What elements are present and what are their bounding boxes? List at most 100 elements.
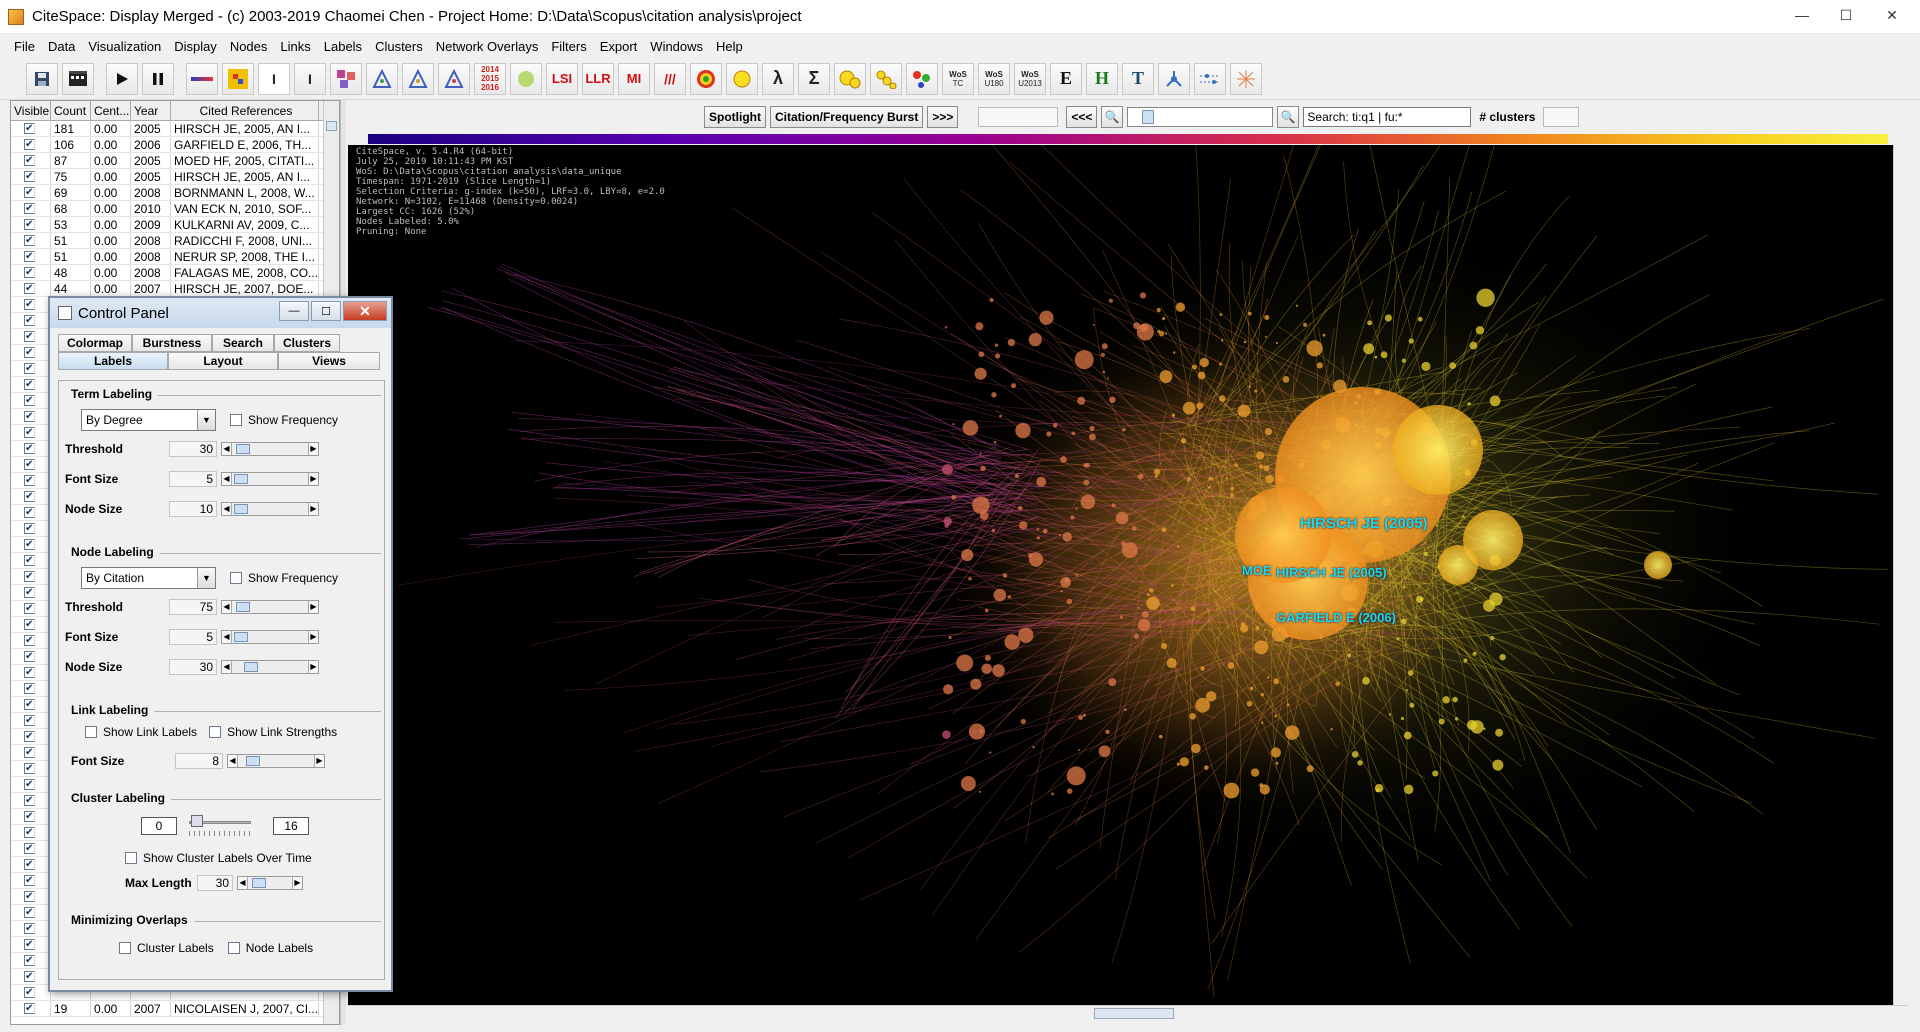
visible-checkbox[interactable] <box>24 267 35 278</box>
network-node[interactable] <box>1400 716 1405 721</box>
visible-checkbox[interactable] <box>24 475 35 486</box>
network-node[interactable] <box>1007 338 1016 347</box>
visible-checkbox[interactable] <box>24 379 35 390</box>
network-node[interactable] <box>989 298 994 303</box>
network-node[interactable] <box>1100 352 1106 357</box>
network-node[interactable] <box>1036 476 1047 487</box>
network-node[interactable] <box>1274 714 1278 718</box>
visible-checkbox[interactable] <box>24 459 35 470</box>
max-length-slider[interactable]: ◀ ▶ <box>237 876 303 890</box>
network-node[interactable] <box>1119 615 1124 619</box>
timeline-icon[interactable] <box>186 62 218 95</box>
network-node[interactable] <box>1475 326 1485 335</box>
table-row[interactable]: 870.002005MOED HF, 2005, CITATI... <box>11 153 339 169</box>
network-node[interactable] <box>948 635 952 640</box>
network-node[interactable] <box>1246 700 1253 707</box>
network-node[interactable] <box>1396 637 1400 641</box>
network-node[interactable] <box>1322 333 1326 337</box>
visible-checkbox[interactable] <box>24 619 35 630</box>
network-node[interactable] <box>1483 599 1495 612</box>
network-node[interactable] <box>956 654 974 672</box>
network-node[interactable] <box>1176 762 1180 766</box>
visible-checkbox[interactable] <box>24 811 35 822</box>
network-node[interactable] <box>1121 542 1138 559</box>
network-node[interactable] <box>1282 375 1290 383</box>
network-node[interactable] <box>1077 396 1086 405</box>
network-node[interactable] <box>1223 782 1240 799</box>
network-node[interactable] <box>1109 396 1116 403</box>
network-node[interactable] <box>942 730 951 739</box>
visible-checkbox[interactable] <box>24 651 35 662</box>
network-node[interactable] <box>1363 343 1375 355</box>
table-row[interactable]: 510.002008RADICCHI F, 2008, UNI... <box>11 233 339 249</box>
search-input[interactable]: Search: ti:q1 | fu:* <box>1303 107 1472 127</box>
visible-checkbox[interactable] <box>24 603 35 614</box>
network-node[interactable] <box>1089 433 1096 441</box>
network-node[interactable] <box>1316 362 1323 369</box>
network-node[interactable] <box>1018 627 1034 643</box>
network-node[interactable] <box>1467 402 1471 406</box>
visible-checkbox[interactable] <box>24 987 35 998</box>
network-node[interactable] <box>981 663 993 675</box>
network-node[interactable] <box>1469 341 1478 350</box>
network-node[interactable] <box>1051 792 1054 796</box>
term-show-frequency-checkbox[interactable] <box>230 414 242 426</box>
network-node[interactable] <box>1400 618 1407 625</box>
network-node[interactable] <box>1384 314 1392 322</box>
menu-windows[interactable]: Windows <box>646 39 712 54</box>
film-icon[interactable] <box>62 62 94 95</box>
header-year[interactable]: Year <box>131 101 171 120</box>
network-node[interactable] <box>1254 389 1258 393</box>
node-threshold-field[interactable]: 75 <box>169 599 217 615</box>
network-node[interactable] <box>1140 323 1149 332</box>
visible-checkbox[interactable] <box>24 523 35 534</box>
network-node[interactable] <box>978 351 985 358</box>
network-node[interactable] <box>991 392 997 398</box>
network-node[interactable] <box>1452 696 1458 703</box>
burst-star-icon[interactable] <box>1230 62 1262 95</box>
visible-checkbox[interactable] <box>24 315 35 326</box>
visible-checkbox[interactable] <box>24 427 35 438</box>
term-font-size-slider[interactable]: ◀ ▶ <box>221 472 319 486</box>
burst-button[interactable]: Citation/Frequency Burst <box>769 106 924 128</box>
term-threshold-slider[interactable]: ◀ ▶ <box>221 442 319 456</box>
table-row[interactable]: 480.002008FALAGAS ME, 2008, CO... <box>11 265 339 281</box>
network-node[interactable] <box>1195 697 1210 713</box>
network-node[interactable] <box>1357 760 1363 766</box>
tab-views[interactable]: Views <box>278 352 380 370</box>
network-node[interactable] <box>1137 618 1151 632</box>
network-node[interactable] <box>1230 493 1234 497</box>
zoom-slider[interactable] <box>1127 107 1274 127</box>
network-node[interactable] <box>1351 750 1359 758</box>
cp-minimize-button[interactable]: — <box>279 301 309 321</box>
network-node[interactable] <box>1472 651 1477 656</box>
t-button[interactable]: T <box>1122 62 1154 95</box>
network-node[interactable] <box>1240 622 1245 627</box>
maximize-button[interactable]: ☐ <box>1824 2 1868 28</box>
network-node[interactable] <box>1070 515 1075 520</box>
table-row[interactable]: 1810.002005HIRSCH JE, 2005, AN I... <box>11 121 339 137</box>
network-node[interactable] <box>1014 473 1019 479</box>
network-node[interactable] <box>1052 423 1058 428</box>
cluster-colors-icon[interactable] <box>330 62 362 95</box>
network-node[interactable] <box>1036 527 1040 531</box>
prev-button[interactable]: <<< <box>1066 106 1098 128</box>
lambda-button[interactable]: λ <box>762 62 794 95</box>
visible-checkbox[interactable] <box>24 971 35 982</box>
node-threshold-slider[interactable]: ◀ ▶ <box>221 600 319 614</box>
visible-checkbox[interactable] <box>24 955 35 966</box>
network-node[interactable] <box>1083 479 1090 486</box>
table-row[interactable]: 1060.002006GARFIELD E, 2006, TH... <box>11 137 339 153</box>
network-node[interactable] <box>1243 340 1247 344</box>
network-node[interactable] <box>1133 322 1141 330</box>
network-node[interactable] <box>1406 689 1409 692</box>
yellow-circle-icon[interactable] <box>726 62 758 95</box>
table-row[interactable]: 440.002007HIRSCH JE, 2007, DOE... <box>11 281 339 297</box>
network-node[interactable] <box>1263 465 1270 472</box>
network-node[interactable] <box>1380 351 1388 359</box>
network-node[interactable] <box>1115 511 1129 525</box>
term-labeling-dropdown[interactable]: By Degree ▼ <box>81 409 216 431</box>
network-node[interactable] <box>1108 678 1117 687</box>
menu-links[interactable]: Links <box>276 39 319 54</box>
network-node[interactable] <box>1255 625 1260 631</box>
